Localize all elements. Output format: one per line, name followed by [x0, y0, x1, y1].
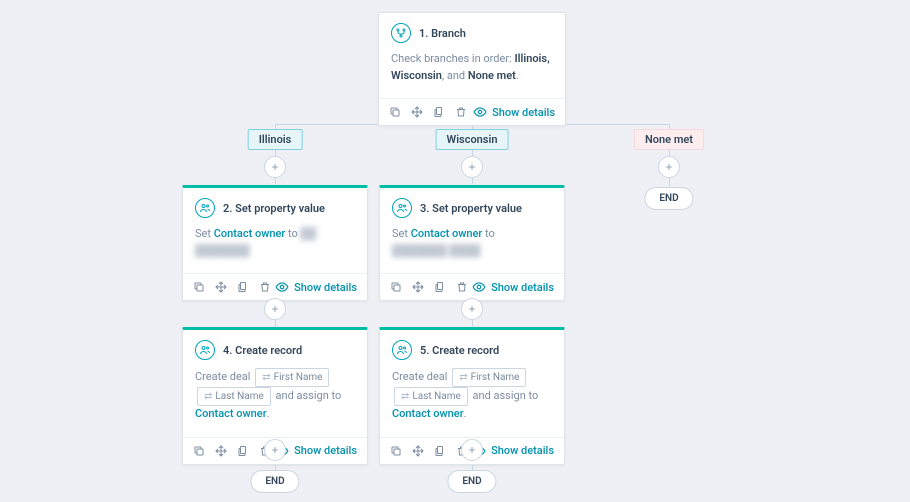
card-body: Create deal ⇄First Name⇄Last Name and as… [183, 366, 367, 437]
add-action-button[interactable] [461, 298, 483, 320]
move-icon[interactable] [411, 106, 423, 118]
card-footer: Show details [183, 273, 367, 300]
delete-icon[interactable] [456, 281, 468, 293]
show-details[interactable]: Show details [472, 444, 554, 458]
card-footer: Show details [379, 98, 565, 125]
show-details[interactable]: Show details [473, 105, 555, 119]
branch-label-illinois[interactable]: Illinois [248, 129, 303, 150]
move-icon[interactable] [412, 281, 424, 293]
card-title: 3. Set property value [420, 202, 522, 215]
card-title: 2. Set property value [223, 202, 325, 215]
add-action-button[interactable] [461, 439, 483, 461]
move-icon[interactable] [215, 445, 227, 457]
copy-icon[interactable] [237, 445, 249, 457]
show-details[interactable]: Show details [472, 280, 554, 294]
delete-icon[interactable] [259, 281, 271, 293]
token-last-name: ⇄Last Name [394, 387, 468, 406]
property-link[interactable]: Contact owner [392, 407, 464, 420]
token-first-name: ⇄First Name [255, 368, 329, 387]
token-first-name: ⇄First Name [452, 368, 526, 387]
property-link[interactable]: Contact owner [195, 407, 267, 420]
copy-icon[interactable] [433, 106, 445, 118]
copy-icon[interactable] [237, 281, 249, 293]
branch-label-wisconsin[interactable]: Wisconsin [436, 129, 509, 150]
property-link[interactable]: Contact owner [411, 227, 483, 240]
branch-card[interactable]: 1. Branch Check branches in order: Illin… [378, 12, 566, 126]
branch-icon [391, 23, 411, 43]
end-node: END [447, 470, 496, 493]
card-footer: Show details [380, 273, 564, 300]
add-action-button[interactable] [658, 156, 680, 178]
card-body: Check branches in order: Illinois, Wisco… [379, 49, 565, 98]
eye-icon [472, 280, 486, 294]
add-action-button[interactable] [264, 156, 286, 178]
contact-icon [392, 340, 412, 360]
add-action-button[interactable] [264, 298, 286, 320]
end-node: END [250, 470, 299, 493]
contact-icon [195, 198, 215, 218]
copy-icon[interactable] [434, 445, 446, 457]
branch-label-none-met[interactable]: None met [634, 129, 704, 150]
contact-icon [195, 340, 215, 360]
add-action-button[interactable] [264, 439, 286, 461]
add-action-button[interactable] [461, 156, 483, 178]
clone-icon[interactable] [193, 281, 205, 293]
clone-icon[interactable] [390, 281, 402, 293]
show-details[interactable]: Show details [275, 280, 357, 294]
token-last-name: ⇄Last Name [197, 387, 271, 406]
card-body: Set Contact owner to ██ ███████ [183, 224, 367, 273]
clone-icon[interactable] [389, 106, 401, 118]
clone-icon[interactable] [390, 445, 402, 457]
copy-icon[interactable] [434, 281, 446, 293]
workflow-canvas: 1. Branch Check branches in order: Illin… [0, 0, 910, 502]
delete-icon[interactable] [455, 106, 467, 118]
action-card-set-property[interactable]: 3. Set property value Set Contact owner … [379, 185, 565, 301]
show-details[interactable]: Show details [275, 444, 357, 458]
eye-icon [473, 105, 487, 119]
property-link[interactable]: Contact owner [214, 227, 286, 240]
card-title: 4. Create record [223, 344, 302, 357]
eye-icon [275, 280, 289, 294]
action-card-set-property[interactable]: 2. Set property value Set Contact owner … [182, 185, 368, 301]
card-title: 5. Create record [420, 344, 499, 357]
clone-icon[interactable] [193, 445, 205, 457]
card-body: Create deal ⇄First Name⇄Last Name and as… [380, 366, 564, 437]
contact-icon [392, 198, 412, 218]
card-title: 1. Branch [419, 27, 466, 40]
end-node: END [644, 187, 693, 210]
card-body: Set Contact owner to ███████ ████ [380, 224, 564, 273]
move-icon[interactable] [215, 281, 227, 293]
move-icon[interactable] [412, 445, 424, 457]
